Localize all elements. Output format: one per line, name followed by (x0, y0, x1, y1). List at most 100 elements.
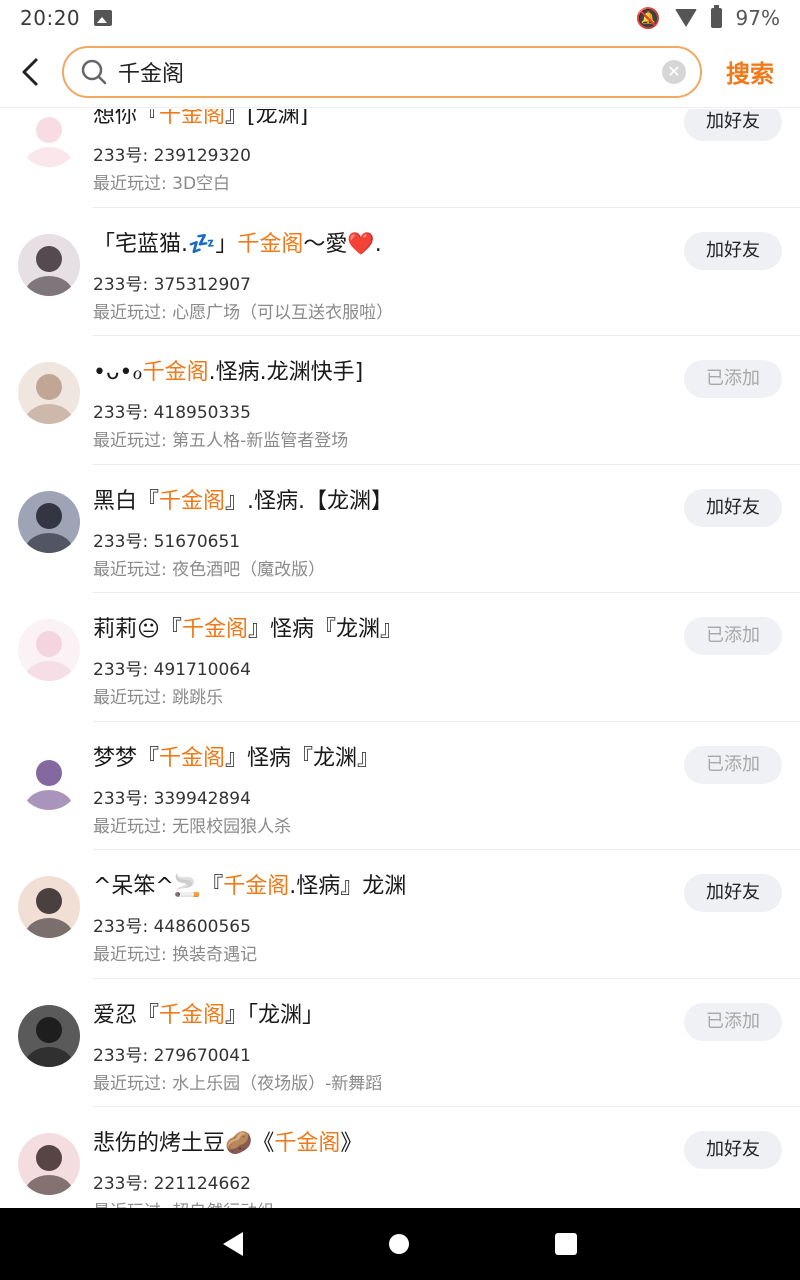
user-id: 233号: 239129320 (93, 146, 251, 166)
user-id: 233号: 339942894 (93, 788, 251, 809)
recent-played: 最近玩过: 换装奇遇记 (93, 945, 258, 965)
list-item[interactable]: 莉莉😐『千金阁』怪病『龙渊』 233号: 491710064 最近玩过: 跳跳乐… (0, 593, 800, 722)
list-item[interactable]: 黑白『千金阁』.怪病.【龙渊】 233号: 51670651 最近玩过: 夜色酒… (0, 465, 800, 593)
user-name: 悲伤的烤土豆🥔《千金阁》 (93, 1125, 362, 1157)
add-friend-button[interactable]: 加好友 (684, 1131, 782, 1169)
list-item[interactable]: •ᴗ•ℴ千金阁.怪病.龙渊快手] 233号: 418950335 最近玩过: 第… (0, 336, 800, 465)
avatar[interactable] (18, 362, 80, 424)
search-results-list[interactable]: 想你『千金阁』[龙渊] 233号: 239129320 最近玩过: 3D空白 加… (0, 109, 800, 1208)
wifi-icon (674, 9, 697, 27)
recent-played: 最近玩过: 心愿广场（可以互送衣服啦） (93, 302, 394, 323)
system-nav-bar (0, 1208, 800, 1280)
clear-icon[interactable]: ✕ (662, 59, 686, 84)
add-friend-button[interactable]: 加好友 (684, 874, 782, 912)
add-friend-button[interactable]: 加好友 (684, 488, 782, 527)
user-id: 233号: 418950335 (93, 403, 251, 423)
user-name-suffix: .怪病.龙渊快手] (208, 360, 364, 385)
list-item[interactable]: 爱忍『千金阁』「龙渊」 233号: 279670041 最近玩过: 水上乐园（夜… (0, 979, 800, 1107)
added-button[interactable]: 已添加 (684, 617, 782, 655)
status-indicators: 🔕 97% (635, 5, 780, 30)
search-box[interactable]: ✕ (62, 45, 702, 98)
user-name-highlight: 千金阁 (142, 360, 209, 385)
recent-played: 最近玩过: 3D空白 (93, 174, 231, 194)
user-name: ^呆笨^🚬『千金阁.怪病』龙渊 (93, 868, 406, 900)
avatar[interactable] (18, 233, 80, 296)
user-name-prefix: 爱忍『 (93, 1002, 160, 1028)
recent-played: 最近玩过: 夜色酒吧（魔改版） (93, 559, 326, 580)
user-name-highlight: 千金阁 (237, 231, 304, 257)
user-name-highlight: 千金阁 (274, 1131, 341, 1156)
user-name-prefix: •ᴗ•ℴ (93, 360, 143, 385)
added-button[interactable]: 已添加 (684, 1002, 782, 1041)
list-item[interactable]: 「宅蓝猫.💤」千金阁〜愛❤️. 233号: 375312907 最近玩过: 心愿… (0, 208, 800, 336)
avatar[interactable] (18, 747, 80, 810)
list-item[interactable]: ^呆笨^🚬『千金阁.怪病』龙渊 233号: 448600565 最近玩过: 换装… (0, 850, 800, 979)
user-name: •ᴗ•ℴ千金阁.怪病.龙渊快手] (93, 354, 363, 386)
user-name-suffix: .怪病』龙渊 (289, 874, 407, 899)
recent-played: 最近玩过: 无限校园狼人杀 (93, 816, 292, 837)
search-icon (80, 58, 108, 86)
avatar[interactable] (18, 1004, 80, 1067)
user-name: 莉莉😐『千金阁』怪病『龙渊』 (93, 611, 402, 643)
back-button[interactable] (0, 36, 62, 108)
user-id: 233号: 279670041 (93, 1045, 251, 1066)
user-name: 梦梦『千金阁』怪病『龙渊』 (93, 740, 379, 772)
user-name-suffix: 』[龙渊] (225, 109, 309, 128)
avatar[interactable] (18, 876, 80, 938)
avatar[interactable] (18, 490, 80, 553)
user-name-highlight: 千金阁 (181, 617, 248, 642)
search-input[interactable] (118, 59, 662, 84)
list-item[interactable]: 梦梦『千金阁』怪病『龙渊』 233号: 339942894 最近玩过: 无限校园… (0, 722, 800, 850)
user-name: 黑白『千金阁』.怪病.【龙渊】 (93, 483, 393, 515)
recent-played: 最近玩过: 第五人格-新监管者登场 (93, 431, 349, 451)
avatar[interactable] (18, 109, 80, 167)
nav-back-icon[interactable] (223, 1232, 243, 1256)
user-name-prefix: 梦梦『 (93, 745, 160, 771)
user-name-highlight: 千金阁 (159, 109, 226, 128)
status-time: 20:20 (20, 6, 81, 30)
nav-home-icon[interactable] (389, 1234, 409, 1254)
user-name-suffix: 》 (340, 1131, 363, 1156)
user-name-prefix: 莉莉😐『 (93, 617, 182, 642)
user-name-prefix: 黑白『 (93, 488, 160, 514)
nav-recents-icon[interactable] (555, 1233, 577, 1255)
recent-played: 最近玩过: 水上乐园（夜场版）-新舞蹈 (93, 1073, 383, 1094)
user-name-suffix: 』「龙渊」 (225, 1002, 325, 1028)
user-id: 233号: 221124662 (93, 1174, 251, 1194)
user-name-highlight: 千金阁 (159, 1002, 226, 1028)
recent-played: 最近玩过: 超自然行动组 (93, 1197, 274, 1208)
user-name-prefix: 「宅蓝猫.💤」 (93, 231, 238, 257)
add-friend-button[interactable]: 加好友 (684, 231, 782, 270)
added-button[interactable]: 已添加 (684, 360, 782, 398)
chevron-left-icon (22, 58, 38, 85)
search-results-content: 想你『千金阁』[龙渊] 233号: 239129320 最近玩过: 3D空白 加… (0, 109, 800, 1208)
user-id: 233号: 448600565 (93, 917, 251, 937)
bell-muted-icon: 🔕 (635, 6, 661, 30)
list-item[interactable]: 悲伤的烤土豆🥔《千金阁》 233号: 221124662 最近玩过: 超自然行动… (0, 1107, 800, 1208)
list-item[interactable]: 想你『千金阁』[龙渊] 233号: 239129320 最近玩过: 3D空白 加… (0, 109, 800, 208)
user-id: 233号: 491710064 (93, 660, 251, 680)
recent-played: 最近玩过: 跳跳乐 (93, 688, 224, 708)
battery-level: 97% (735, 6, 780, 30)
user-name-highlight: 千金阁 (159, 488, 226, 514)
search-button[interactable]: 搜索 (726, 54, 774, 89)
user-name-suffix: 』怪病『龙渊』 (225, 745, 380, 771)
user-id: 233号: 375312907 (93, 274, 251, 295)
added-button[interactable]: 已添加 (684, 745, 782, 784)
avatar[interactable] (18, 619, 80, 681)
add-friend-button[interactable]: 加好友 (684, 109, 782, 141)
user-name: 爱忍『千金阁』「龙渊」 (93, 997, 324, 1029)
user-name: 「宅蓝猫.💤」千金阁〜愛❤️. (93, 226, 382, 258)
avatar[interactable] (18, 1133, 80, 1195)
user-name-highlight: 千金阁 (159, 745, 226, 771)
image-notification-icon (94, 10, 113, 26)
user-id: 233号: 51670651 (93, 531, 241, 552)
user-name-highlight: 千金阁 (223, 874, 290, 899)
user-name: 想你『千金阁』[龙渊] (93, 109, 308, 129)
app-root: 20:20 🔕 97% ✕ 搜索 (0, 0, 800, 1280)
user-name-suffix: 』怪病『龙渊』 (247, 617, 402, 642)
user-name-prefix: ^呆笨^🚬『 (93, 874, 224, 899)
user-name-prefix: 悲伤的烤土豆🥔《 (93, 1131, 275, 1156)
user-name-suffix: 』.怪病.【龙渊】 (225, 488, 394, 514)
battery-icon (710, 5, 722, 28)
